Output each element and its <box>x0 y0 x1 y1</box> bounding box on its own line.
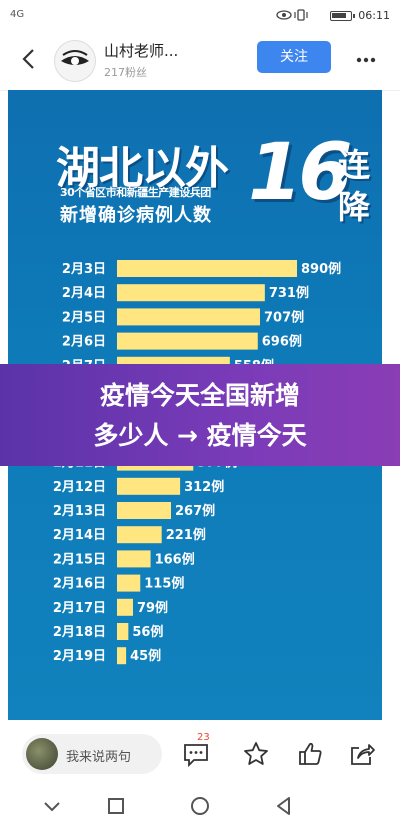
bar-category-label: 2月13日 <box>53 504 106 519</box>
bar-16 <box>117 647 127 665</box>
bar-category-label: 2月5日 <box>62 310 106 325</box>
bar-9 <box>117 477 181 495</box>
home-circle-icon <box>191 797 209 815</box>
search-suggestion-banner[interactable]: 疫情今天全国新增 多少人 → 疫情今天 <box>0 364 400 466</box>
comment-button[interactable] <box>182 740 210 768</box>
bar-13 <box>117 574 141 592</box>
bar-value-label: 115例 <box>144 576 184 592</box>
recent-square-icon <box>108 798 124 814</box>
bar-15 <box>117 623 129 640</box>
bar-category-label: 2月17日 <box>53 601 106 616</box>
favorite-button[interactable] <box>242 740 270 768</box>
bar-10 <box>117 502 171 519</box>
back-triangle-icon <box>277 797 290 815</box>
bar-category-label: 2月15日 <box>53 552 106 567</box>
star-icon <box>244 742 268 765</box>
bar-2 <box>117 308 260 326</box>
comment-count-badge: 23 <box>197 732 210 743</box>
bar-value-label: 267例 <box>175 503 215 519</box>
status-icons <box>276 8 318 25</box>
bar-category-label: 2月16日 <box>53 577 106 592</box>
nav-back-button[interactable] <box>272 794 296 818</box>
battery-icon <box>330 11 355 21</box>
bar-value-label: 45例 <box>130 648 161 664</box>
comment-icon <box>184 744 208 768</box>
status-bar: 4G 06:11 <box>0 0 400 32</box>
share-icon <box>351 744 375 765</box>
fans-count: 217粉丝 <box>104 66 147 79</box>
article-header: 山村老师... 217粉丝 关注 <box>0 32 400 91</box>
bar-category-label: 2月18日 <box>53 625 106 640</box>
eye-vibrate-icon <box>276 9 308 21</box>
bar-value-label: 696例 <box>262 334 302 350</box>
bar-0 <box>117 260 297 277</box>
bar-category-label: 2月3日 <box>62 262 106 277</box>
comment-placeholder: 我来说两句 <box>66 750 132 765</box>
bar-11 <box>117 526 162 544</box>
bar-14 <box>117 598 133 616</box>
bar-value-label: 312例 <box>184 479 224 495</box>
more-button[interactable] <box>352 46 380 74</box>
collapse-chevron-icon <box>44 802 60 812</box>
avatar-eye-logo <box>61 50 89 65</box>
bar-category-label: 2月4日 <box>62 286 106 301</box>
bar-value-label: 221例 <box>166 527 206 543</box>
signal-indicator: 4G <box>10 9 25 20</box>
author-name[interactable]: 山村老师... <box>104 40 178 61</box>
comment-input[interactable]: 我来说两句 <box>22 734 162 774</box>
more-dots-icon <box>356 57 376 63</box>
nav-recents-button[interactable] <box>104 794 128 818</box>
bar-value-label: 79例 <box>137 600 168 616</box>
author-avatar[interactable] <box>54 40 96 82</box>
banner-line2: 多少人 → 疫情今天 <box>93 421 307 450</box>
bar-value-label: 731例 <box>269 285 309 301</box>
bar-value-label: 707例 <box>264 309 304 325</box>
bar-value-label: 890例 <box>301 261 341 277</box>
banner-line1: 疫情今天全国新增 <box>99 381 300 410</box>
bar-value-label: 166例 <box>155 551 195 567</box>
share-button[interactable] <box>348 740 376 768</box>
bar-12 <box>117 550 151 568</box>
bottom-action-bar: 我来说两句 23 <box>0 722 400 782</box>
chevron-left-icon <box>22 49 34 69</box>
bar-3 <box>117 332 258 350</box>
bar-category-label: 2月14日 <box>53 528 106 543</box>
bar-category-label: 2月19日 <box>53 649 106 664</box>
bar-category-label: 2月6日 <box>62 335 106 350</box>
nav-home-button[interactable] <box>188 794 212 818</box>
bar-category-label: 2月12日 <box>53 480 106 495</box>
thumbs-up-icon <box>299 742 322 765</box>
follow-button[interactable]: 关注 <box>257 41 331 73</box>
clock: 06:11 <box>358 9 390 22</box>
user-avatar <box>26 738 58 770</box>
system-nav-bar <box>0 782 400 830</box>
like-button[interactable] <box>296 740 324 768</box>
bar-value-label: 56例 <box>132 624 163 640</box>
back-button[interactable] <box>14 44 44 74</box>
bar-1 <box>117 284 265 302</box>
nav-collapse-button[interactable] <box>40 794 64 818</box>
